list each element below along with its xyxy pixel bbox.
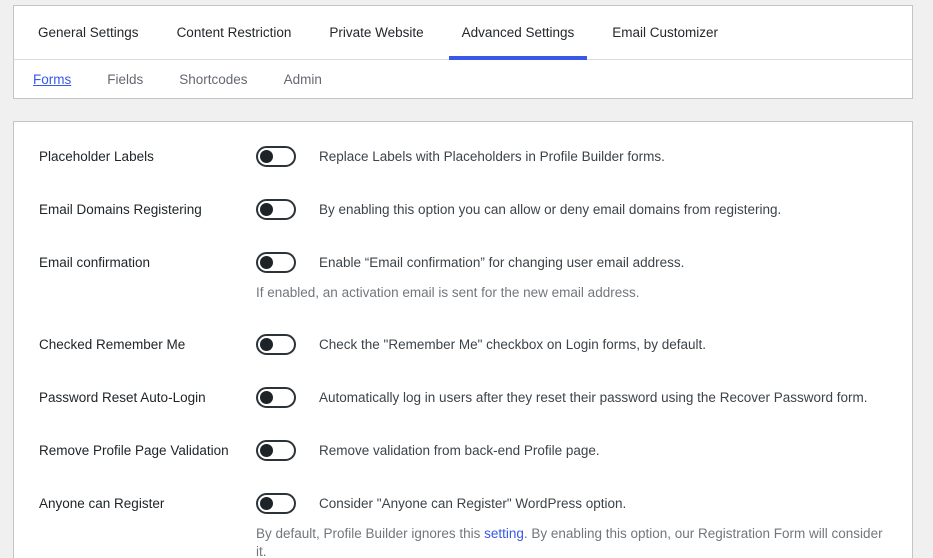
setting-label: Anyone can Register [39,493,256,558]
toggle-email-domains-registering[interactable] [256,199,296,220]
setting-row-placeholder-labels: Placeholder Labels Replace Labels with P… [39,146,887,167]
setting-link[interactable]: setting [484,526,524,541]
setting-row-anyone-can-register: Anyone can Register Consider "Anyone can… [39,493,887,558]
toggle-knob [260,338,273,351]
toggle-remove-profile-page-validation[interactable] [256,440,296,461]
setting-label: Email confirmation [39,252,256,302]
setting-row-password-reset-auto-login: Password Reset Auto-Login Automatically … [39,387,887,408]
setting-description: Check the "Remember Me" checkbox on Logi… [319,334,706,355]
toggle-password-reset-auto-login[interactable] [256,387,296,408]
setting-label: Password Reset Auto-Login [39,387,256,408]
setting-description: Consider "Anyone can Register" WordPress… [319,493,626,514]
subtab-fields[interactable]: Fields [107,72,143,87]
toggle-anyone-can-register[interactable] [256,493,296,514]
tab-email-customizer[interactable]: Email Customizer [593,6,737,59]
toggle-placeholder-labels[interactable] [256,146,296,167]
toggle-knob [260,444,273,457]
toggle-knob [260,203,273,216]
settings-panel: Placeholder Labels Replace Labels with P… [13,121,913,558]
tab-general-settings[interactable]: General Settings [19,6,158,59]
setting-row-checked-remember-me: Checked Remember Me Check the "Remember … [39,334,887,355]
setting-label: Checked Remember Me [39,334,256,355]
setting-note: If enabled, an activation email is sent … [256,284,887,302]
setting-description: Replace Labels with Placeholders in Prof… [319,146,665,167]
setting-label: Remove Profile Page Validation [39,440,256,461]
toggle-knob [260,497,273,510]
subtab-admin[interactable]: Admin [284,72,322,87]
setting-description: By enabling this option you can allow or… [319,199,781,220]
setting-row-email-domains-registering: Email Domains Registering By enabling th… [39,199,887,220]
settings-tabs-container: General Settings Content Restriction Pri… [13,5,913,99]
note-text-prefix: By default, Profile Builder ignores this [256,526,484,541]
setting-description: Remove validation from back-end Profile … [319,440,600,461]
setting-row-email-confirmation: Email confirmation Enable “Email confirm… [39,252,887,302]
toggle-knob [260,256,273,269]
settings-page: General Settings Content Restriction Pri… [0,0,933,558]
setting-description: Automatically log in users after they re… [319,387,868,408]
setting-label: Placeholder Labels [39,146,256,167]
tab-content-restriction[interactable]: Content Restriction [158,6,311,59]
setting-description: Enable “Email confirmation” for changing… [319,252,684,273]
tab-private-website[interactable]: Private Website [310,6,442,59]
subtab-shortcodes[interactable]: Shortcodes [179,72,247,87]
main-tab-bar: General Settings Content Restriction Pri… [14,6,912,60]
tab-advanced-settings[interactable]: Advanced Settings [443,6,594,59]
toggle-knob [260,150,273,163]
setting-note: By default, Profile Builder ignores this… [256,525,887,558]
sub-tab-bar: Forms Fields Shortcodes Admin [14,60,912,98]
toggle-checked-remember-me[interactable] [256,334,296,355]
toggle-email-confirmation[interactable] [256,252,296,273]
subtab-forms[interactable]: Forms [33,72,71,87]
setting-label: Email Domains Registering [39,199,256,220]
toggle-knob [260,391,273,404]
setting-row-remove-profile-page-validation: Remove Profile Page Validation Remove va… [39,440,887,461]
